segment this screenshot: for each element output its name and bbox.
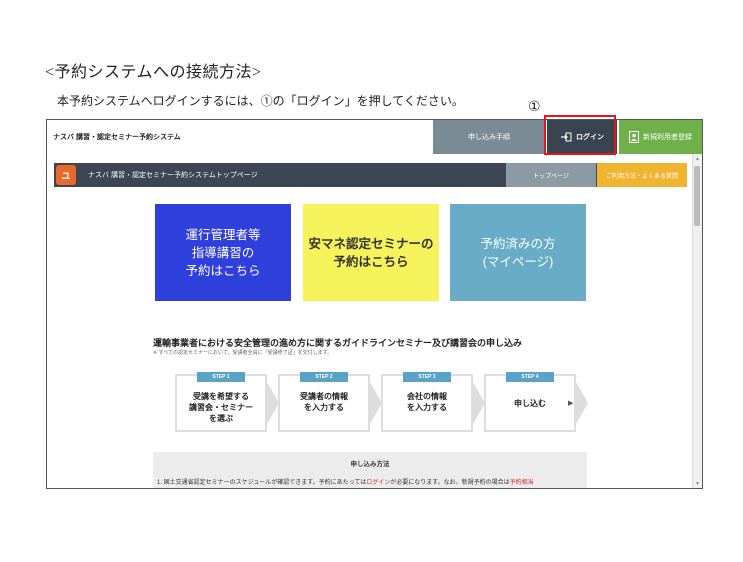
site-title: ナスバ 講習・認定セミナー予約システム	[53, 134, 181, 141]
guidance-course-tile[interactable]: 運行管理者等 指導講習の 予約はこちら	[155, 204, 291, 301]
howto-login-link[interactable]: ログイン	[366, 480, 390, 486]
guideline-title: 運輸事業者における安全管理の進め方に関するガイドラインセミナー及び講習会の申し込…	[153, 338, 523, 348]
step-card: STEP 3 会社の情報 を入力する	[381, 372, 473, 432]
step-badge: STEP 1	[197, 372, 245, 382]
step-card: STEP 4 申し込む	[484, 372, 576, 432]
step-text: 受講者の情報 を入力する	[300, 392, 348, 412]
step-text: 会社の情報 を入力する	[407, 392, 447, 412]
callout-marker: ①	[528, 100, 541, 115]
apply-procedure-button[interactable]: 申し込み手順	[433, 120, 545, 154]
howto-text-a: 1. 国土交通省認定セミナーのスケジュールが確認できます。予約にあたっては	[157, 480, 367, 486]
doc-heading: <予約システムへの接続方法>	[45, 64, 262, 81]
step-badge: STEP 2	[300, 372, 348, 382]
user-card-icon	[629, 131, 639, 143]
howto-text: 1. 国土交通省認定セミナーのスケジュールが確認できます。予約にあたってはログイ…	[157, 477, 534, 486]
page-title: ナスバ 講習・認定セミナー予約システムトップページ	[88, 172, 258, 179]
play-arrow-icon: ▶	[568, 400, 574, 407]
scroll-up-icon[interactable]: ▲	[693, 154, 702, 163]
site-logo: ユ	[56, 165, 76, 185]
howto-box: 申し込み方法 1. 国土交通省認定セミナーのスケジュールが確認できます。予約にあ…	[153, 452, 587, 488]
top-page-button[interactable]: トップページ	[506, 163, 596, 187]
guideline-note: ※ すべての認定セミナーにおいて、受講者全員に「受講修了証」を交付します。	[153, 350, 333, 356]
scroll-down-icon[interactable]: ▼	[693, 479, 702, 488]
howto-text-b: が必要になります。なお、新規予約の場合は	[390, 480, 510, 486]
chevron-right-icon	[576, 382, 588, 424]
howto-link-2[interactable]: 予約相当	[510, 480, 534, 486]
doc-instruction: 本予約システムへログインするには、①の「ログイン」を押してください。	[57, 94, 464, 108]
page-subbar: ユ ナスバ 講習・認定セミナー予約システムトップページ トップページ ご利用方法…	[54, 163, 687, 187]
scroll-thumb[interactable]	[694, 166, 700, 226]
step-card: STEP 2 受講者の情報 を入力する	[278, 372, 370, 432]
login-highlight-box	[544, 115, 616, 155]
howto-title: 申し込み方法	[350, 461, 390, 468]
register-label: 新規利用者登録	[643, 134, 692, 141]
safety-seminar-tile[interactable]: 安マネ認定セミナーの 予約はこちら	[303, 204, 439, 301]
step-text: 受講を希望する 講習会・セミナー を選ぶ	[189, 392, 253, 423]
browser-screenshot: ナスバ 講習・認定セミナー予約システム 申し込み手順 ログイン 新規利用者登録 …	[46, 119, 703, 489]
mypage-tile[interactable]: 予約済みの方 (マイページ)	[450, 204, 586, 301]
step-text: 申し込む	[514, 399, 546, 408]
usage-faq-button[interactable]: ご利用方法・よくある質問	[597, 163, 687, 187]
step-card: STEP 1 受講を希望する 講習会・セミナー を選ぶ	[175, 372, 267, 432]
register-button[interactable]: 新規利用者登録	[619, 120, 702, 154]
vertical-scrollbar[interactable]: ▲ ▼	[692, 154, 702, 488]
step-badge: STEP 3	[403, 372, 451, 382]
apply-procedure-label: 申し込み手順	[468, 134, 510, 141]
step-badge: STEP 4	[506, 372, 554, 382]
